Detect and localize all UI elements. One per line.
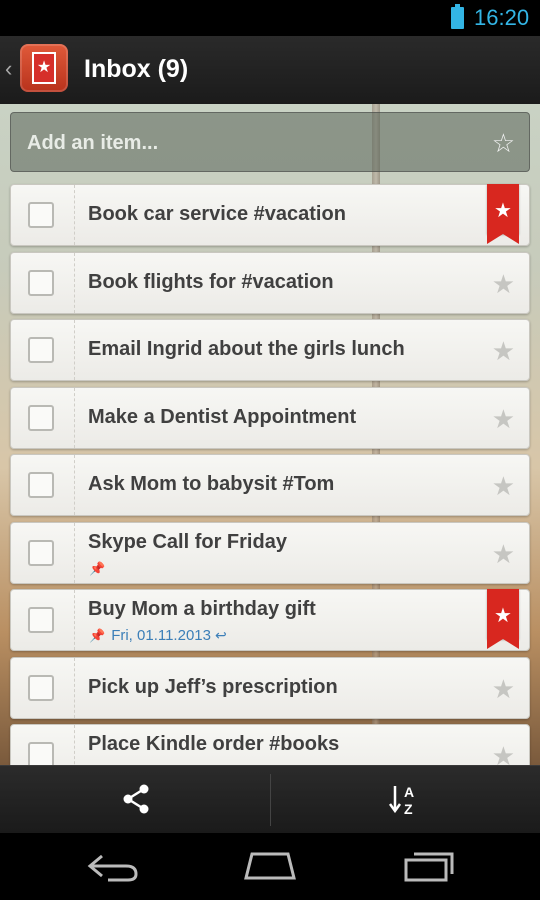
sort-az-icon[interactable]: A Z [388,782,422,816]
task-checkbox[interactable] [28,405,54,431]
divider [74,590,75,650]
task-row[interactable]: Make a Dentist Appointment ★ [10,387,530,449]
back-chevron-icon[interactable]: ‹ [5,56,12,82]
star-icon[interactable]: ★ [492,674,515,705]
action-bar [0,36,540,105]
task-checkbox[interactable] [28,270,54,296]
pin-icon: 📌 [89,561,106,576]
star-icon[interactable]: ☆ [492,128,515,159]
task-checkbox[interactable] [28,607,54,633]
task-row[interactable]: Email Ingrid about the girls lunch ★ [10,319,530,381]
divider [74,658,75,718]
task-row[interactable]: Book car service #vacation ★ [10,184,530,246]
task-meta: 📌 Fri, 01.11.2013 ↩ [89,627,227,644]
status-time: 16:20 [474,5,530,30]
divider [74,455,75,515]
recent-apps-icon[interactable] [402,848,454,884]
battery-icon [451,4,464,29]
divider [74,253,75,313]
task-row[interactable]: Buy Mom a birthday gift 📌 Fri, 01.11.2013… [10,589,530,651]
task-label: Pick up Jeff’s prescription [88,676,338,698]
task-checkbox[interactable] [28,472,54,498]
share-icon[interactable] [120,783,152,815]
task-row[interactable]: Ask Mom to babysit #Tom ★ [10,454,530,516]
divider [74,388,75,448]
task-meta: 📌 [89,560,111,577]
status-bar: 16:20 [0,0,540,36]
back-icon[interactable] [86,850,140,884]
divider [270,774,271,826]
task-label: Book flights for #vacation [88,271,334,293]
star-icon[interactable]: ★ [492,404,515,435]
starred-ribbon-icon[interactable]: ★ [487,184,519,244]
svg-text:Z: Z [404,801,413,816]
app-logo-icon[interactable]: ★ [20,44,68,92]
star-icon[interactable]: ★ [492,336,515,367]
home-icon[interactable] [242,850,298,882]
task-label: Book car service #vacation [88,203,346,225]
due-date: Fri, 01.11.2013 [111,627,211,644]
task-row[interactable]: Skype Call for Friday 📌 ★ [10,522,530,584]
repeat-icon: ↩ [214,627,227,643]
task-label: Skype Call for Friday [88,531,287,553]
task-label: Make a Dentist Appointment [88,406,357,428]
task-row[interactable]: Pick up Jeff’s prescription ★ [10,657,530,719]
svg-text:A: A [404,784,414,800]
divider [74,320,75,380]
divider [74,523,75,583]
task-label: Email Ingrid about the girls lunch [88,338,405,360]
pin-icon: 📌 [89,628,106,643]
add-item-input[interactable]: Add an item... ☆ [10,112,530,172]
task-checkbox[interactable] [28,540,54,566]
task-checkbox[interactable] [28,675,54,701]
star-icon[interactable]: ★ [492,269,515,300]
star-icon[interactable]: ★ [492,539,515,570]
task-label: Buy Mom a birthday gift [88,598,316,620]
starred-ribbon-icon[interactable]: ★ [487,589,519,649]
divider [74,185,75,245]
task-label: Place Kindle order #books [88,733,340,755]
task-label: Ask Mom to babysit #Tom [88,473,335,495]
bottom-toolbar [0,765,540,834]
star-icon[interactable]: ★ [492,471,515,502]
task-checkbox[interactable] [28,202,54,228]
task-row[interactable]: Book flights for #vacation ★ [10,252,530,314]
task-checkbox[interactable] [28,337,54,363]
add-item-placeholder: Add an item... [27,132,159,154]
page-title: Inbox (9) [84,55,189,83]
